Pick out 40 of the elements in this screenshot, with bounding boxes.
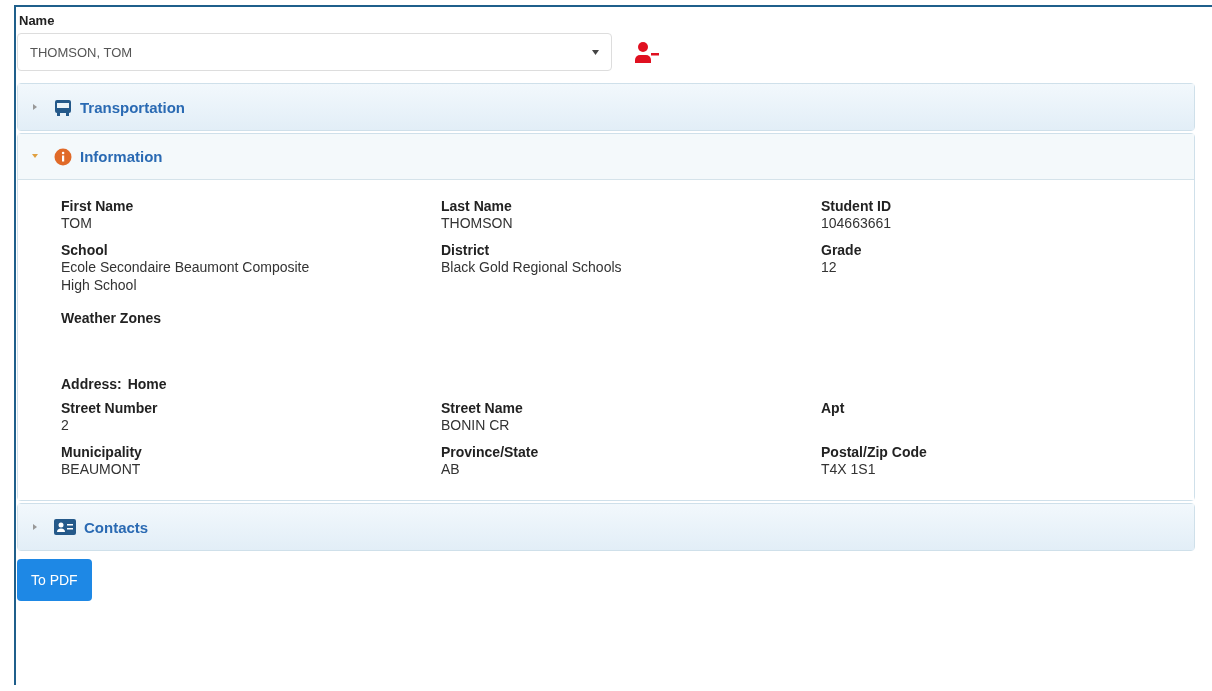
address-type: Home — [127, 376, 167, 392]
field-label: Street Name — [441, 400, 524, 416]
field-value: THOMSON — [441, 214, 514, 232]
contact-card-icon — [54, 519, 76, 535]
field-value: BEAUMONT — [61, 460, 142, 478]
info-icon — [54, 147, 72, 166]
field-label: Last Name — [441, 198, 513, 214]
field-label: School — [61, 242, 109, 258]
remove-user-icon[interactable] — [634, 41, 660, 63]
field-value: 104663661 — [821, 214, 893, 232]
to-pdf-button[interactable]: To PDF — [17, 559, 92, 601]
field-value: AB — [441, 460, 461, 478]
field-label: Grade — [821, 242, 863, 258]
bus-icon — [54, 98, 72, 116]
section-header[interactable]: Information — [18, 134, 1194, 180]
field-label: First Name — [61, 198, 135, 214]
address-label: Address: — [61, 376, 122, 392]
name-dropdown[interactable]: THOMSON, TOM — [17, 33, 612, 71]
field-value: Black Gold Regional Schools — [441, 258, 623, 276]
field-label: Province/State — [441, 444, 540, 460]
section-header[interactable]: Transportation — [18, 84, 1194, 130]
field-label: Municipality — [61, 444, 143, 460]
name-label: Name — [19, 13, 56, 28]
field-value: Ecole Secondaire Beaumont Composite High School — [61, 258, 311, 294]
field-label: Street Number — [61, 400, 159, 416]
dropdown-caret-icon — [592, 49, 599, 55]
field-label: District — [441, 242, 491, 258]
field-label: Student ID — [821, 198, 892, 214]
field-value: T4X 1S1 — [821, 460, 877, 478]
caret-icon — [32, 523, 38, 530]
field-label: Postal/Zip Code — [821, 444, 928, 460]
field-value: TOM — [61, 214, 93, 232]
field-label: Apt — [821, 400, 846, 416]
field-value: 12 — [821, 258, 838, 276]
section-header[interactable]: Contacts — [18, 504, 1194, 550]
caret-icon — [32, 103, 38, 110]
field-value: 2 — [61, 416, 70, 434]
weather-zones-label: Weather Zones — [61, 310, 163, 326]
caret-icon — [32, 153, 38, 159]
field-value: BONIN CR — [441, 416, 511, 434]
